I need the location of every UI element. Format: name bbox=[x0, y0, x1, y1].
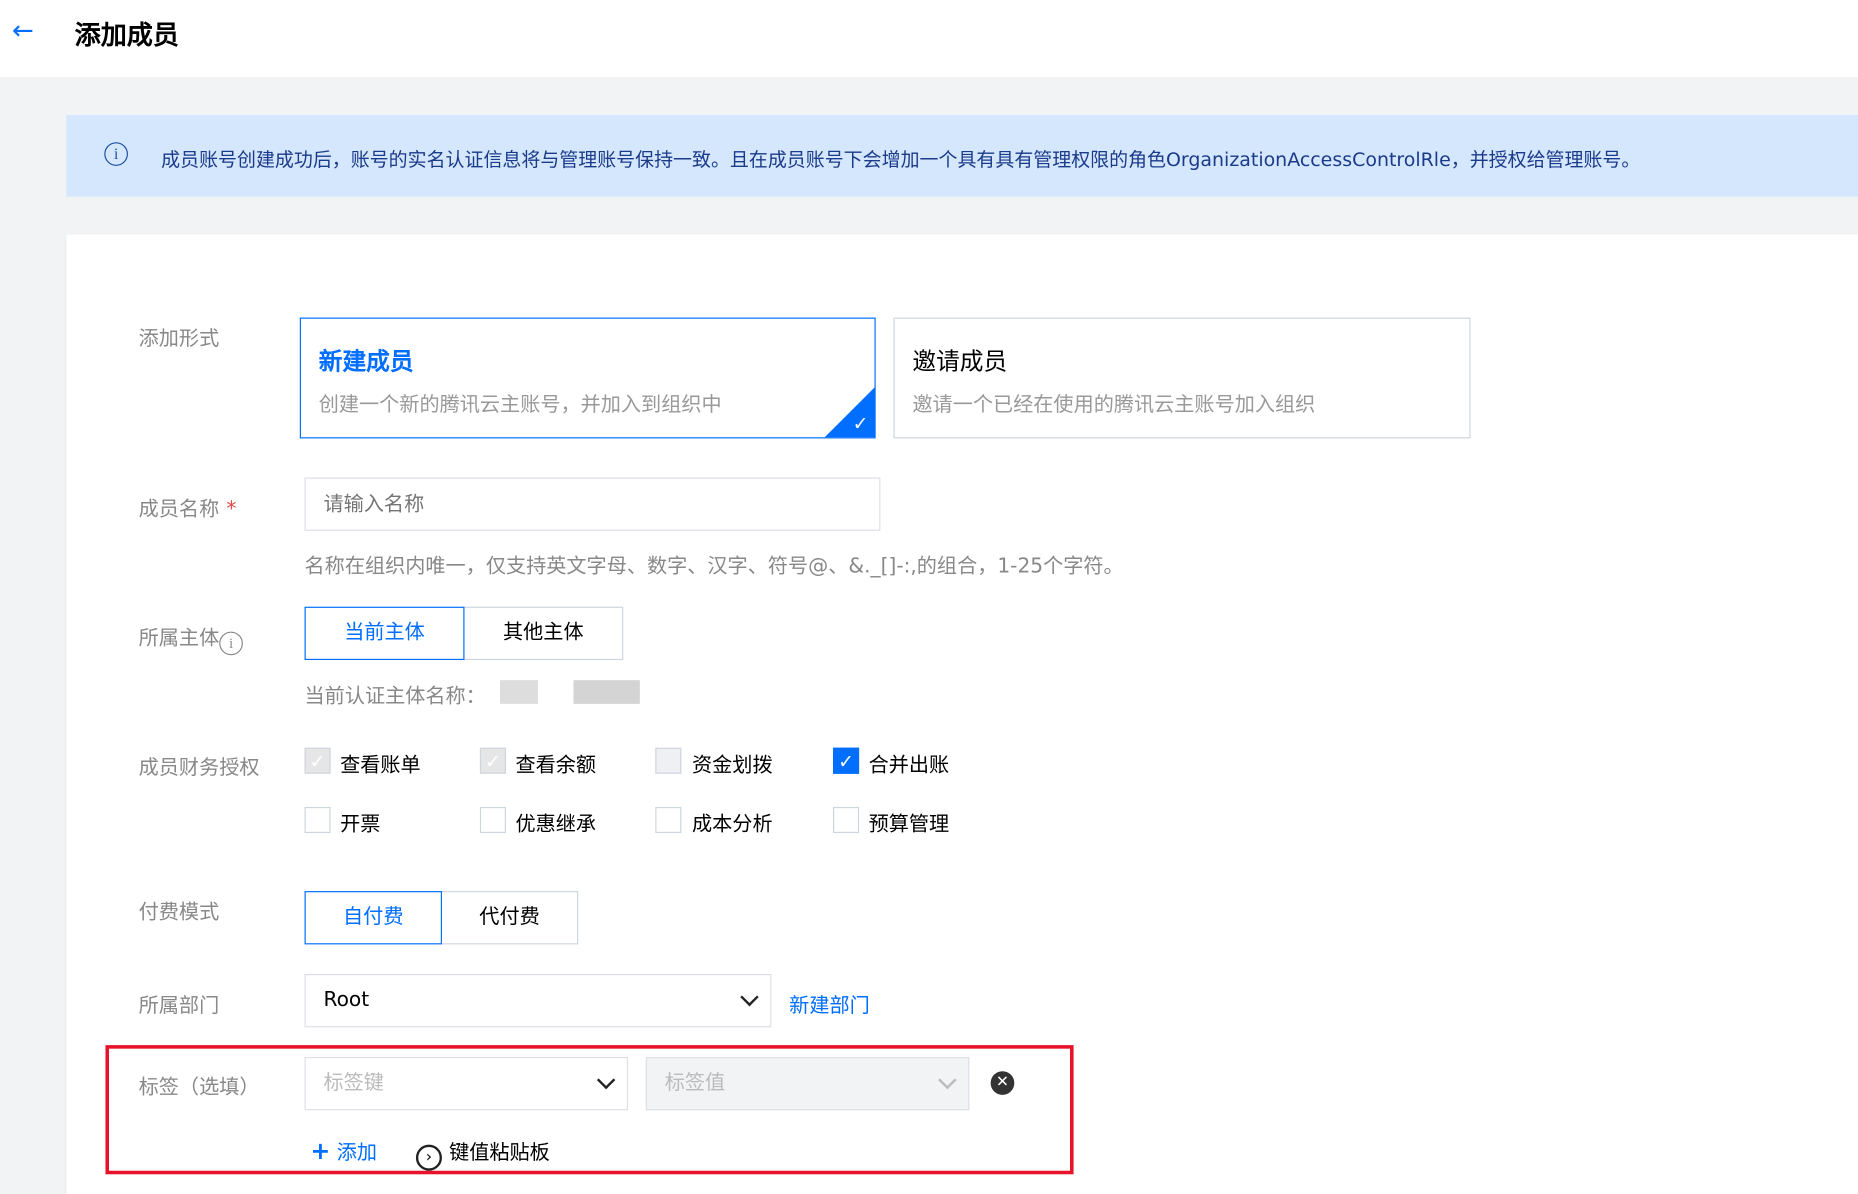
finance-label: 成员财务授权 bbox=[138, 755, 260, 780]
checkbox-discount-inherit[interactable] bbox=[479, 806, 506, 834]
check-icon: ✓ bbox=[852, 412, 869, 435]
chevron-right-circle-icon: › bbox=[415, 1144, 442, 1171]
tag-key-select[interactable]: 标签键 bbox=[304, 1056, 629, 1111]
member-name-label: 成员名称 * bbox=[139, 492, 237, 522]
close-circle-icon[interactable]: ✕ bbox=[990, 1071, 1015, 1095]
option-title: 新建成员 bbox=[318, 347, 414, 376]
department-value: Root bbox=[323, 988, 370, 1012]
checkbox-label: 资金划拨 bbox=[692, 753, 773, 778]
checkbox-label: 查看账单 bbox=[340, 753, 421, 778]
required-mark: * bbox=[226, 497, 237, 522]
page-title: 添加成员 bbox=[74, 21, 179, 51]
checkbox-label: 开票 bbox=[340, 812, 381, 837]
pay-proxy-button[interactable]: 代付费 bbox=[440, 891, 579, 945]
checkbox-budget[interactable] bbox=[833, 806, 860, 834]
member-name-input[interactable] bbox=[304, 477, 881, 531]
label-text: 所属主体 bbox=[138, 626, 220, 651]
add-tag-label: 添加 bbox=[336, 1141, 378, 1165]
label-text: 成员名称 bbox=[138, 497, 220, 522]
option-desc: 创建一个新的腾讯云主账号，并加入到组织中 bbox=[318, 393, 722, 418]
paste-board-label: 键值粘贴板 bbox=[449, 1141, 550, 1165]
checkbox-merge-billing[interactable]: ✓ bbox=[833, 747, 860, 774]
page: ← 添加成员 i 成员账号创建成功后，账号的实名认证信息将与管理账号保持一致。且… bbox=[0, 0, 1858, 1194]
checkbox-invoice[interactable] bbox=[304, 806, 331, 834]
option-desc: 邀请一个已经在使用的腾讯云主账号加入组织 bbox=[912, 393, 1316, 418]
option-new-member[interactable]: 新建成员 创建一个新的腾讯云主账号，并加入到组织中 ✓ bbox=[299, 317, 876, 439]
page-header: ← 添加成员 bbox=[0, 0, 1858, 78]
entity-label: 所属主体 i bbox=[138, 621, 243, 656]
pay-mode-label: 付费模式 bbox=[138, 900, 220, 925]
redacted-block bbox=[573, 680, 640, 704]
chevron-down-icon bbox=[938, 1070, 957, 1090]
new-department-link[interactable]: 新建部门 bbox=[789, 988, 870, 1018]
checkbox-label: 查看余额 bbox=[515, 753, 597, 778]
option-invite-member[interactable]: 邀请成员 邀请一个已经在使用的腾讯云主账号加入组织 bbox=[893, 317, 1471, 439]
checkbox-cost-analysis[interactable] bbox=[655, 806, 682, 834]
member-name-hint: 名称在组织内唯一，仅支持英文字母、数字、汉字、符号@、&._[]-:,的组合，1… bbox=[304, 554, 1124, 579]
department-label: 所属部门 bbox=[138, 994, 220, 1018]
info-banner: i 成员账号创建成功后，账号的实名认证信息将与管理账号保持一致。且在成员账号下会… bbox=[66, 114, 1858, 197]
tag-value-placeholder: 标签值 bbox=[664, 1071, 726, 1095]
chevron-down-icon bbox=[740, 987, 759, 1007]
redacted-block bbox=[500, 680, 538, 704]
add-tag-button[interactable]: + 添加 bbox=[310, 1135, 378, 1165]
checkbox-label: 合并出账 bbox=[868, 753, 950, 778]
current-entity-label: 当前认证主体名称： bbox=[304, 684, 486, 709]
back-button[interactable]: ← bbox=[12, 17, 40, 50]
entity-current-button[interactable]: 当前主体 bbox=[304, 606, 465, 661]
option-title: 邀请成员 bbox=[912, 347, 1008, 376]
plus-icon: + bbox=[310, 1136, 331, 1165]
checkbox-label: 预算管理 bbox=[868, 812, 950, 837]
checkbox-view-bill[interactable]: ✓ bbox=[304, 747, 331, 774]
department-select[interactable]: Root bbox=[304, 974, 772, 1028]
banner-text: 成员账号创建成功后，账号的实名认证信息将与管理账号保持一致。且在成员账号下会增加… bbox=[161, 148, 1641, 171]
pay-self-button[interactable]: 自付费 bbox=[304, 891, 442, 945]
paste-board-button[interactable]: › 键值粘贴板 bbox=[415, 1135, 550, 1171]
checkbox-view-balance[interactable]: ✓ bbox=[479, 747, 506, 774]
checkbox-label: 成本分析 bbox=[692, 812, 773, 837]
info-icon: i bbox=[104, 142, 128, 166]
info-circle-icon[interactable]: i bbox=[219, 631, 243, 656]
tag-key-placeholder: 标签键 bbox=[323, 1071, 384, 1095]
checkbox-fund-transfer[interactable] bbox=[655, 747, 682, 774]
tag-value-select[interactable]: 标签值 bbox=[645, 1056, 970, 1111]
arrow-left-icon: ← bbox=[11, 16, 34, 47]
checkbox-label: 优惠继承 bbox=[515, 812, 597, 837]
chevron-down-icon bbox=[596, 1070, 616, 1090]
tags-label: 标签（选填） bbox=[138, 1075, 260, 1100]
add-type-label: 添加形式 bbox=[138, 327, 220, 351]
entity-other-button[interactable]: 其他主体 bbox=[463, 606, 624, 661]
